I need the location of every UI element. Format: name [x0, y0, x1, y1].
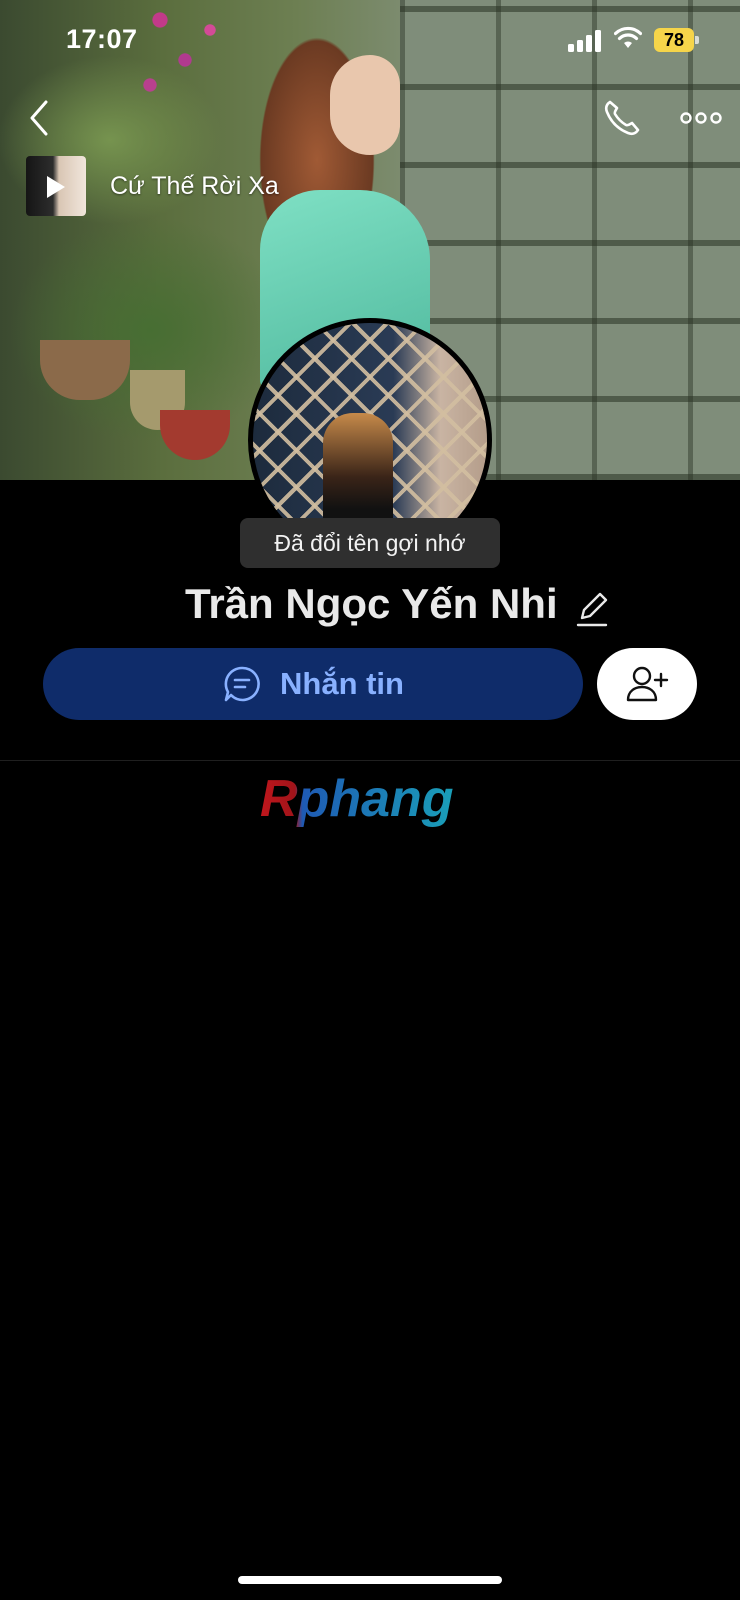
section-divider — [0, 760, 740, 761]
profile-music[interactable]: Cứ Thế Rời Xa — [26, 156, 280, 216]
home-indicator[interactable] — [238, 1576, 502, 1584]
status-time: 17:07 — [66, 24, 138, 54]
more-horizontal-icon[interactable] — [680, 104, 722, 132]
add-friend-button[interactable] — [597, 648, 697, 720]
music-thumbnail[interactable] — [26, 156, 86, 216]
status-bar: 17:07 78 — [0, 0, 740, 80]
profile-name-row: Trần Ngọc Yến Nhi — [0, 580, 740, 636]
cellular-signal-icon — [568, 30, 604, 52]
phone-icon[interactable] — [600, 96, 644, 140]
back-button[interactable] — [22, 96, 58, 140]
watermark-text: Rphang — [260, 770, 454, 828]
pot — [40, 340, 130, 400]
pot — [160, 410, 230, 460]
battery-level: 78 — [654, 28, 694, 52]
profile-name: Trần Ngọc Yến Nhi — [185, 580, 558, 627]
battery-icon: 78 — [654, 28, 700, 52]
wifi-icon — [614, 26, 642, 48]
toast-message: Đã đổi tên gợi nhớ — [240, 518, 500, 568]
message-button-label: Nhắn tin — [280, 666, 404, 701]
cover-plant-pots — [20, 320, 240, 480]
chat-bubble-icon — [224, 666, 260, 702]
music-title: Cứ Thế Rời Xa — [110, 171, 279, 200]
watermark-logo: Rphang — [260, 770, 454, 828]
pencil-icon[interactable] — [574, 588, 610, 628]
message-button[interactable]: Nhắn tin — [43, 648, 583, 720]
play-icon[interactable] — [47, 176, 65, 198]
add-user-icon — [626, 666, 669, 702]
